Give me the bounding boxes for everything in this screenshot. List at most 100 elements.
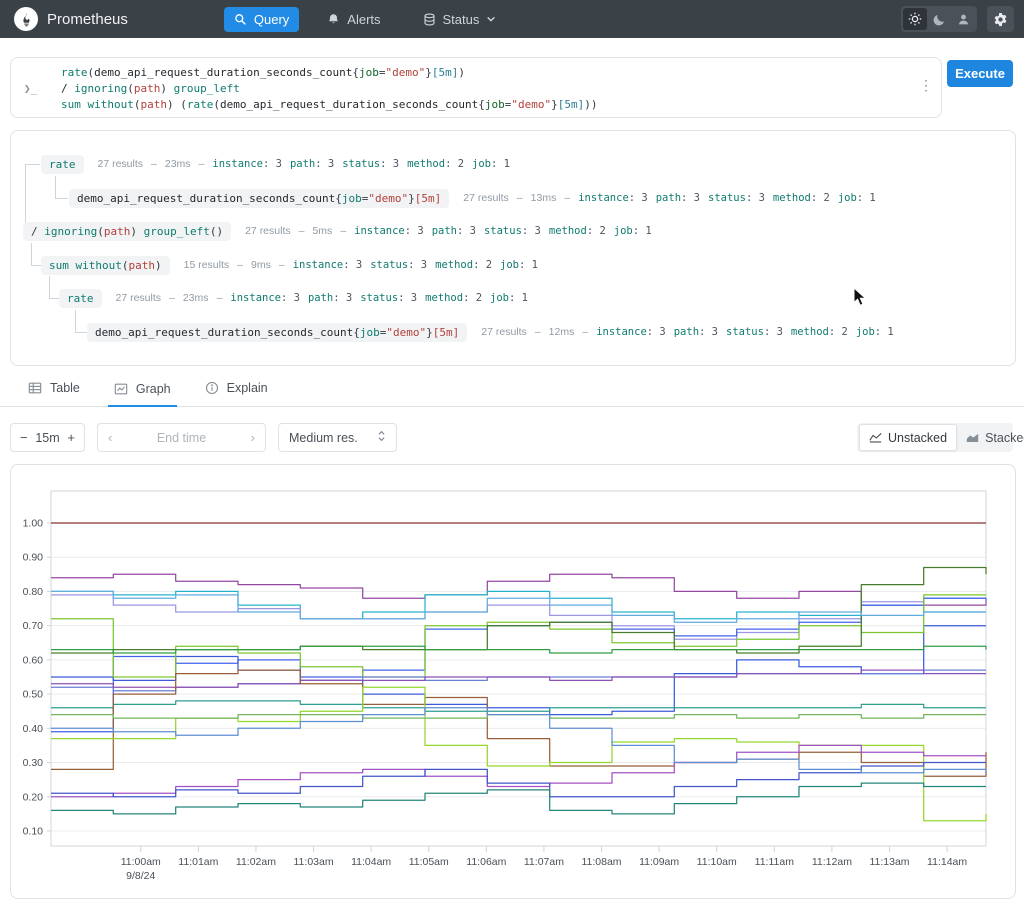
svg-text:11:09am: 11:09am [639,856,679,868]
label-cardinality: method: 2 [791,326,848,338]
brand[interactable]: Prometheus [14,7,128,31]
tree-node[interactable]: demo_api_request_duration_seconds_count{… [87,321,894,343]
label-cardinality: job: 1 [490,292,528,304]
end-time-next-button[interactable]: › [251,430,255,445]
label-cardinality: instance: 3 [596,326,666,338]
chart-series [51,574,986,605]
theme-toggle [901,6,977,32]
theme-dark-button[interactable] [927,8,951,30]
tree-node[interactable]: sum without(path)15 results–9ms–instance… [41,254,538,276]
chevron-updown-icon [377,430,386,445]
svg-text:11:03am: 11:03am [294,856,334,868]
label-cardinality: status: 3 [708,192,765,204]
editor-menu-button[interactable]: ⋮ [919,77,933,94]
svg-text:11:00am: 11:00am [121,856,161,868]
tree-node-expression[interactable]: rate [41,155,84,174]
end-time-control: ‹ End time › [97,423,266,452]
label-cardinality: job: 1 [500,259,538,271]
label-cardinality: instance: 3 [293,259,363,271]
svg-text:0.90: 0.90 [23,552,44,564]
tab-explain[interactable]: Explain [199,381,274,406]
chevron-down-icon [486,14,496,24]
tree-node-expression[interactable]: sum without(path) [41,256,170,275]
label-cardinality: job: 1 [472,158,510,170]
tab-table[interactable]: Table [22,381,86,406]
time-series-chart[interactable]: 0.100.200.300.400.500.600.700.800.901.00… [11,465,1013,896]
svg-text:11:07am: 11:07am [524,856,564,868]
settings-button[interactable] [987,6,1014,32]
area-chart-icon [966,432,979,443]
duration-increase-button[interactable]: + [67,430,75,445]
svg-text:0.50: 0.50 [23,689,44,701]
svg-text:0.20: 0.20 [23,791,44,803]
svg-text:1.00: 1.00 [23,518,44,530]
tree-node-expression[interactable]: demo_api_request_duration_seconds_count{… [87,323,467,342]
duration-control: − 15m + [10,423,85,452]
theme-light-button[interactable] [903,8,927,30]
stacked-button[interactable]: Stacked [957,425,1024,450]
duration-decrease-button[interactable]: − [20,430,28,445]
nav-item-status[interactable]: Status [413,7,507,32]
label-cardinality: path: 3 [656,192,700,204]
label-cardinality: method: 2 [425,292,482,304]
chart-series [51,745,986,796]
chart-series [51,701,986,711]
chart-series [51,591,986,622]
label-cardinality: path: 3 [432,225,476,237]
svg-text:0.60: 0.60 [23,654,44,666]
tree-node-expression[interactable]: demo_api_request_duration_seconds_count{… [69,189,449,208]
nav-item-query-label: Query [254,12,289,27]
graph-panel[interactable]: 0.100.200.300.400.500.600.700.800.901.00… [10,464,1016,899]
label-cardinality: path: 3 [308,292,352,304]
query-editor-panel[interactable]: ❯_ rate(demo_api_request_duration_second… [10,57,942,118]
execute-button[interactable]: Execute [947,60,1013,87]
unstacked-button[interactable]: Unstacked [859,424,957,451]
svg-text:11:05am: 11:05am [409,856,449,868]
query-editor-code[interactable]: rate(demo_api_request_duration_seconds_c… [61,65,598,113]
chart-series [51,763,986,797]
tree-node[interactable]: / ignoring(path) group_left()27 results–… [23,220,652,242]
label-cardinality: method: 2 [773,192,830,204]
gear-icon [993,12,1008,27]
label-cardinality: instance: 3 [212,158,282,170]
nav-item-status-label: Status [443,12,480,27]
resolution-select[interactable]: Medium res. [278,423,397,452]
chart-series [51,783,986,814]
theme-auto-button[interactable] [951,8,975,30]
tree-node-expression[interactable]: / ignoring(path) group_left() [23,222,231,241]
tree-node-stats: 27 results–13ms–instance: 3path: 3status… [463,192,875,204]
search-icon [234,13,247,26]
label-cardinality: job: 1 [614,225,652,237]
tab-graph[interactable]: Graph [108,382,177,407]
label-cardinality: path: 3 [674,326,718,338]
end-time-input[interactable]: End time [157,431,206,445]
tree-node-stats: 27 results–23ms–instance: 3path: 3status… [98,158,510,170]
duration-value[interactable]: 15m [35,431,59,445]
svg-text:11:02am: 11:02am [236,856,276,868]
result-tabs: Table Graph Explain [0,379,1024,407]
prometheus-app: Prometheus Query Alerts Status [0,0,1024,906]
tree-node-expression[interactable]: rate [59,289,102,308]
nav-item-alerts-label: Alerts [347,12,380,27]
brand-name: Prometheus [47,11,128,28]
tree-connector [55,176,68,199]
bell-icon [327,13,340,26]
tab-table-label: Table [50,381,80,395]
prometheus-logo-icon [14,7,38,31]
chart-series [51,670,986,776]
end-time-prev-button[interactable]: ‹ [108,430,112,445]
tree-node[interactable]: rate 27 results–23ms–instance: 3path: 3st… [59,287,528,309]
label-cardinality: method: 2 [435,259,492,271]
label-cardinality: method: 2 [549,225,606,237]
svg-text:0.10: 0.10 [23,825,44,837]
nav-item-alerts[interactable]: Alerts [317,7,390,32]
tree-node[interactable]: rate 27 results–23ms–instance: 3path: 3st… [41,153,510,175]
nav-item-query[interactable]: Query [224,7,299,32]
tree-node[interactable]: demo_api_request_duration_seconds_count{… [69,187,876,209]
label-cardinality: method: 2 [407,158,464,170]
label-cardinality: status: 3 [342,158,399,170]
sun-icon [908,12,922,26]
svg-text:11:10am: 11:10am [697,856,737,868]
tree-node-stats: 27 results–23ms–instance: 3path: 3status… [116,292,528,304]
label-cardinality: status: 3 [360,292,417,304]
